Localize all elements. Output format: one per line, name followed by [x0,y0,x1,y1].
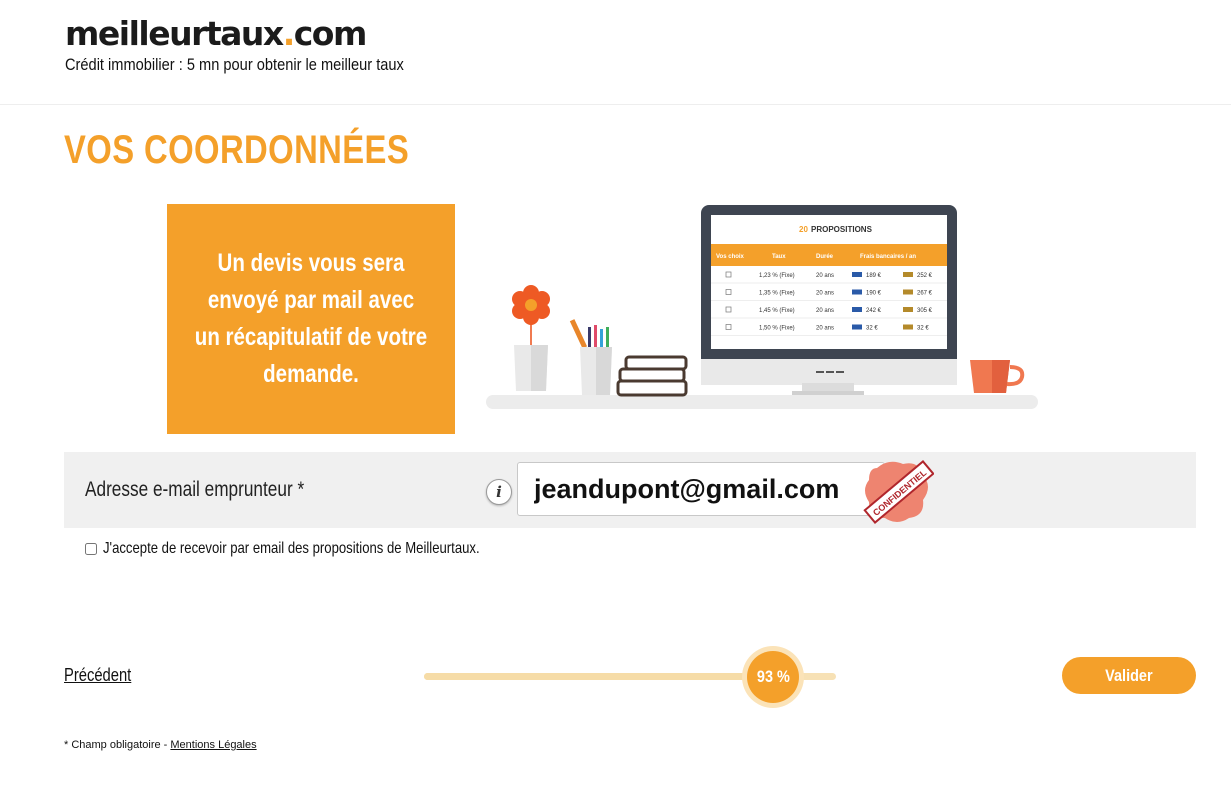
site-header: meilleurtaux.com Crédit immobilier : 5 m… [0,0,1231,105]
consent-checkbox[interactable] [85,543,97,555]
svg-text:Frais bancaires / an: Frais bancaires / an [860,254,916,260]
illustration-cell: 242 € [866,308,882,314]
previous-link[interactable]: Précédent [64,665,131,686]
promo-text: Un devis vous sera envoyé par mail avec … [194,249,428,388]
progress-bar: 93 % [424,651,836,703]
illustration-cell: 1,45 % (Fixe) [759,308,795,314]
bank-logo-icon [852,272,862,277]
illustration-cell: 1,50 % (Fixe) [759,326,795,332]
books-icon [616,355,688,397]
progress-label: 93 % [756,667,790,686]
illustration-cell: 189 € [866,273,882,279]
page-title: VOS COORDONNÉES [64,128,410,172]
svg-text:20: 20 [799,225,808,234]
pencil-cup-icon [569,319,612,395]
svg-text:Durée: Durée [816,254,834,260]
svg-text:Taux: Taux [772,254,786,260]
svg-text:PROPOSITIONS: PROPOSITIONS [811,225,873,234]
legal-mentions-link[interactable]: Mentions Légales [170,739,256,751]
illustration-cell: 32 € [917,326,929,332]
illustration-cell: 32 € [866,326,878,332]
illustration-cell: 1,23 % (Fixe) [759,273,795,279]
email-label: Adresse e-mail emprunteur * [85,478,305,501]
desk-computer-illustration: 20 PROPOSITIONS Vos choix Taux Durée Fra… [486,205,1038,409]
email-input[interactable] [517,462,885,516]
info-icon[interactable]: i [486,479,512,505]
illustration-cell: 305 € [917,308,933,314]
consent-label: J'accepte de recevoir par email des prop… [103,540,480,557]
footer: * Champ obligatoire - Mentions Légales [64,739,257,751]
illustration-cell: 252 € [917,273,933,279]
bank-logo-icon [903,289,913,295]
bank-logo-icon [903,307,913,312]
email-form-row: Adresse e-mail emprunteur * i CONFIDENTI… [64,452,1196,528]
illustration-cell: 20 ans [816,273,834,279]
promo-box: Un devis vous sera envoyé par mail avec … [167,204,455,434]
illustration-cell: 20 ans [816,326,834,332]
progress-indicator: 93 % [747,651,800,703]
illustration-cell: 20 ans [816,291,834,297]
illustration-cell: 267 € [917,291,933,297]
progress-fill [424,673,774,680]
required-note: * Champ obligatoire - [64,739,171,751]
bank-logo-icon [852,307,862,312]
consent-option[interactable]: J'accepte de recevoir par email des prop… [85,540,562,558]
computer-monitor-icon: 20 PROPOSITIONS Vos choix Taux Durée Fra… [701,205,957,395]
coffee-mug-icon [970,360,1025,393]
illustration-cell: 190 € [866,291,882,297]
validate-button[interactable]: Valider [1062,657,1196,694]
illustration-cell: 1,35 % (Fixe) [759,291,795,297]
meilleurtaux-logo[interactable]: meilleurtaux.com [65,14,367,54]
flower-pot-icon [512,285,550,391]
confidential-stamp-icon: CONFIDENTIEL [863,460,934,524]
bank-logo-icon [852,289,862,295]
bank-logo-icon [903,272,913,277]
bank-logo-icon [852,324,862,330]
header-tagline: Crédit immobilier : 5 mn pour obtenir le… [65,55,404,74]
svg-text:Vos choix: Vos choix [716,254,745,260]
illustration-cell: 20 ans [816,308,834,314]
bank-logo-icon [903,324,913,330]
